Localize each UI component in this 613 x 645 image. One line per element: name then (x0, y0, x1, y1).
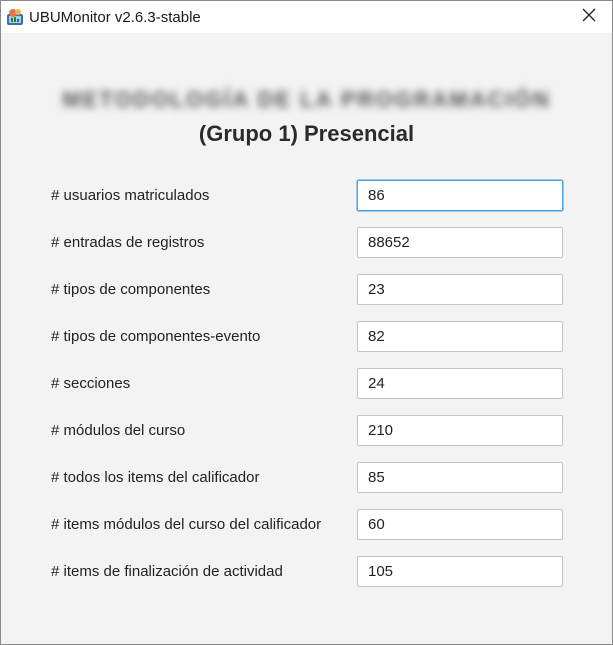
course-name: METODOLOGÍA DE LA PROGRAMACIÓN (62, 87, 551, 112)
stat-value-field[interactable] (357, 415, 563, 446)
course-stats-panel: METODOLOGÍA DE LA PROGRAMACIÓN (Grupo 1)… (1, 33, 612, 644)
close-button[interactable] (566, 1, 612, 33)
stat-row-component-event-types: # tipos de componentes-evento (1, 321, 612, 353)
stat-value-field[interactable] (357, 556, 563, 587)
title-bar[interactable]: UBUMonitor v2.6.3-stable (1, 1, 612, 33)
stat-label: # tipos de componentes-evento (51, 328, 261, 345)
stat-row-sections: # secciones (1, 368, 612, 400)
stat-value-field[interactable] (357, 321, 563, 352)
stat-row-activity-completion-items: # items de finalización de actividad (1, 556, 612, 588)
stat-label: # usuarios matriculados (51, 187, 210, 204)
app-window: UBUMonitor v2.6.3-stable METODOLOGÍA DE … (0, 0, 613, 645)
stat-value-field[interactable] (357, 368, 563, 399)
stat-value-field[interactable] (357, 227, 563, 258)
stat-value-field[interactable] (357, 509, 563, 540)
stat-label: # secciones (51, 375, 131, 392)
stat-label: # módulos del curso (51, 422, 186, 439)
app-icon (5, 8, 25, 26)
stat-row-grade-items: # todos los items del calificador (1, 462, 612, 494)
stat-row-component-types: # tipos de componentes (1, 274, 612, 306)
stat-label: # items módulos del curso del calificado… (51, 516, 322, 533)
window-title: UBUMonitor v2.6.3-stable (29, 9, 201, 26)
stat-value-field[interactable] (357, 274, 563, 305)
close-icon (582, 8, 596, 27)
stat-label: # items de finalización de actividad (51, 563, 283, 580)
stat-value-field[interactable] (357, 180, 563, 211)
stat-row-module-grade-items: # items módulos del curso del calificado… (1, 509, 612, 541)
stat-value-field[interactable] (357, 462, 563, 493)
stat-label: # todos los items del calificador (51, 469, 260, 486)
stat-row-enrolled-users: # usuarios matriculados (1, 180, 612, 212)
stat-label: # tipos de componentes (51, 281, 211, 298)
stat-row-course-modules: # módulos del curso (1, 415, 612, 447)
course-group-title: (Grupo 1) Presencial (198, 121, 415, 146)
stat-label: # entradas de registros (51, 234, 205, 251)
stat-row-log-entries: # entradas de registros (1, 227, 612, 259)
